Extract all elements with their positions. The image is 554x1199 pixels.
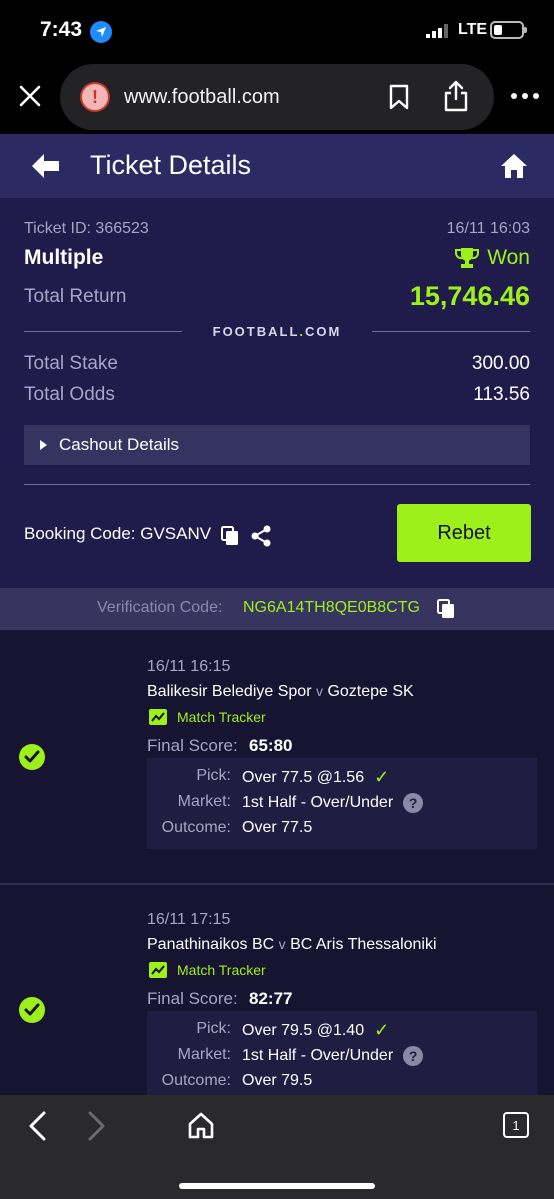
check-circle-icon xyxy=(19,744,45,770)
bookmark-icon[interactable] xyxy=(388,84,410,110)
browser-toolbar: 1 xyxy=(0,1095,554,1199)
cashout-details-toggle[interactable]: Cashout Details xyxy=(24,425,530,465)
copy-icon[interactable] xyxy=(437,599,455,619)
signal-icon xyxy=(426,24,448,38)
status-time: 7:43 xyxy=(40,18,83,41)
ticket-summary: Ticket ID: 366523 16/11 16:03 Multiple W… xyxy=(0,198,554,588)
status-label: Won xyxy=(487,246,530,269)
tabs-icon[interactable]: 1 xyxy=(503,1112,529,1138)
outcome-label: Outcome: xyxy=(161,819,231,836)
match-tracker-link[interactable]: Match Tracker xyxy=(149,962,266,978)
pick-details: Pick: Over 77.5 @1.56 ✓ Market: 1st Half… xyxy=(147,758,537,849)
home-team: Panathinaikos BC xyxy=(147,936,275,953)
market-value: 1st Half - Over/Under xyxy=(242,1047,394,1064)
market-row: Market: 1st Half - Over/Under ? xyxy=(147,1046,537,1072)
final-score: 82:77 xyxy=(249,989,293,1008)
match-tracker-label[interactable]: Match Tracker xyxy=(177,709,266,725)
outcome-label: Outcome: xyxy=(161,1072,231,1089)
warning-icon[interactable]: ! xyxy=(80,82,110,112)
pick-label: Pick: xyxy=(196,1020,231,1037)
app-header: Ticket Details xyxy=(0,134,554,198)
pick-value: Over 77.5 @1.56 xyxy=(242,768,365,786)
verification-bar: Verification Code: NG6A14TH8QE0B8CTG xyxy=(0,588,554,630)
chart-icon xyxy=(149,709,167,725)
url-field[interactable]: ! www.football.com xyxy=(60,64,494,130)
help-icon[interactable]: ? xyxy=(403,1046,424,1066)
close-icon[interactable] xyxy=(18,84,42,108)
away-team: Goztepe SK xyxy=(327,683,414,700)
verification-label: Verification Code: xyxy=(97,599,223,616)
away-team: BC Aris Thessaloniki xyxy=(290,936,437,953)
status-bar: 7:43 LTE xyxy=(0,0,554,62)
total-return-label: Total Return xyxy=(24,286,127,307)
home-icon[interactable] xyxy=(187,1111,215,1139)
market-label: Market: xyxy=(177,1046,231,1063)
booking-code: Booking Code: GVSANV xyxy=(24,524,212,543)
versus-label: v xyxy=(315,683,323,699)
url-text[interactable]: www.football.com xyxy=(124,86,280,109)
back-arrow-icon[interactable] xyxy=(30,152,60,180)
more-icon[interactable] xyxy=(510,92,540,100)
browser-address-bar: ! www.football.com xyxy=(0,62,554,134)
pick-row: Pick: Over 79.5 @1.40 ✓ xyxy=(147,1020,537,1046)
location-arrow-icon xyxy=(90,21,112,43)
outcome-value: Over 79.5 xyxy=(242,1072,313,1089)
trophy-icon xyxy=(455,248,480,268)
verification-code: NG6A14TH8QE0B8CTG xyxy=(243,599,420,616)
selection-card: 16/11 16:15 Balikesir Belediye Spor v Go… xyxy=(0,630,554,883)
match-tracker-label[interactable]: Match Tracker xyxy=(177,962,266,978)
status-badge: Won xyxy=(455,246,530,270)
pick-label: Pick: xyxy=(196,767,231,784)
total-stake-value: 300.00 xyxy=(471,353,530,374)
versus-label: v xyxy=(278,936,286,952)
match-tracker-link[interactable]: Match Tracker xyxy=(149,709,266,725)
match-teams: Balikesir Belediye Spor v Goztepe SK xyxy=(147,683,414,701)
chevron-left-icon[interactable] xyxy=(28,1111,48,1141)
battery-icon xyxy=(490,21,527,39)
check-icon: ✓ xyxy=(374,1020,390,1040)
cashout-label: Cashout Details xyxy=(59,435,180,454)
final-score-label: Final Score: xyxy=(147,989,238,1008)
pick-value: Over 79.5 @1.40 xyxy=(242,1021,365,1039)
ticket-datetime: 16/11 16:03 xyxy=(446,220,530,237)
pick-row: Pick: Over 77.5 @1.56 ✓ xyxy=(147,767,537,793)
brand-logo: FOOTBALL.COM xyxy=(212,324,342,339)
final-score: 65:80 xyxy=(249,736,293,755)
network-label: LTE xyxy=(458,21,488,38)
match-datetime: 16/11 17:15 xyxy=(147,911,231,928)
outcome-row: Outcome: Over 77.5 xyxy=(147,819,537,845)
market-row: Market: 1st Half - Over/Under ? xyxy=(147,793,537,819)
total-return-value: 15,746.46 xyxy=(409,281,530,311)
total-odds-label: Total Odds xyxy=(24,384,115,405)
home-team: Balikesir Belediye Spor xyxy=(147,683,312,700)
copy-icon[interactable] xyxy=(221,526,239,546)
divider xyxy=(24,484,530,485)
home-indicator xyxy=(179,1183,375,1189)
bet-type: Multiple xyxy=(24,246,104,269)
market-label: Market: xyxy=(177,793,231,810)
selection-card: 16/11 17:15 Panathinaikos BC v BC Aris T… xyxy=(0,885,554,1095)
check-icon: ✓ xyxy=(374,767,390,787)
total-stake-label: Total Stake xyxy=(24,353,118,374)
divider xyxy=(24,331,182,332)
total-odds-value: 113.56 xyxy=(473,384,530,405)
share-icon[interactable] xyxy=(442,80,470,112)
chart-icon xyxy=(149,962,167,978)
outcome-value: Over 77.5 xyxy=(242,819,313,836)
check-circle-icon xyxy=(19,997,45,1023)
match-teams: Panathinaikos BC v BC Aris Thessaloniki xyxy=(147,936,437,954)
help-icon[interactable]: ? xyxy=(403,793,424,813)
market-value: 1st Half - Over/Under xyxy=(242,794,394,811)
home-icon[interactable] xyxy=(500,152,528,180)
divider xyxy=(372,331,530,332)
ticket-id: Ticket ID: 366523 xyxy=(24,220,149,237)
rebet-button[interactable]: Rebet xyxy=(397,504,531,562)
caret-right-icon xyxy=(40,440,47,450)
pick-details: Pick: Over 79.5 @1.40 ✓ Market: 1st Half… xyxy=(147,1011,537,1095)
page-title: Ticket Details xyxy=(90,150,252,180)
chevron-right-icon[interactable] xyxy=(86,1111,106,1141)
match-datetime: 16/11 16:15 xyxy=(147,658,231,675)
share-nodes-icon[interactable] xyxy=(250,525,272,547)
final-score-label: Final Score: xyxy=(147,736,238,755)
